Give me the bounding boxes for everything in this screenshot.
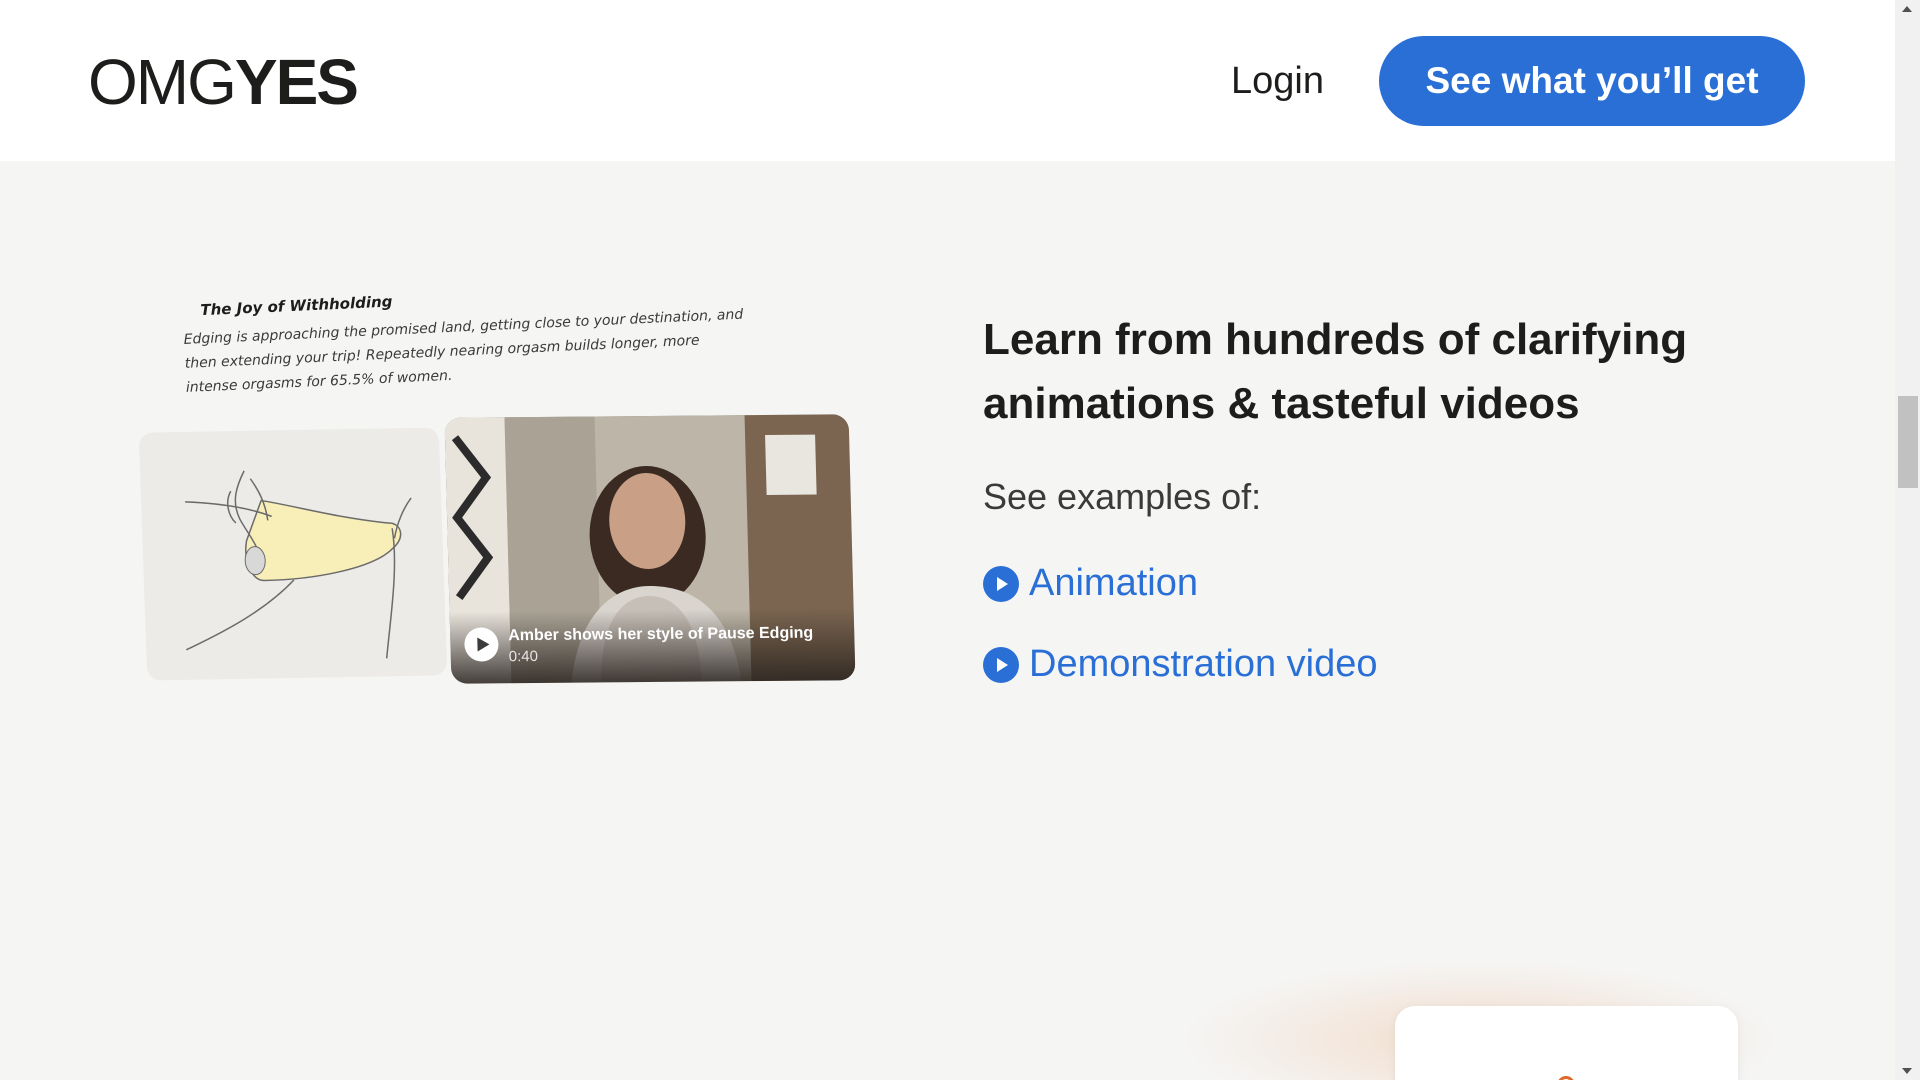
next-section-card <box>1395 1006 1738 1080</box>
logo-bold-part: YES <box>234 46 359 118</box>
demonstration-link-label: Demonstration video <box>1029 643 1378 685</box>
section-headline: Learn from hundreds of clarifying animat… <box>983 315 1688 428</box>
caption-text: Edging is approaching the promised land,… <box>183 306 744 396</box>
site-header: OMGYES Login See what you’ll get <box>0 0 1895 161</box>
hand-illustration-icon <box>185 470 412 659</box>
see-examples-label: See examples of: <box>983 476 1262 517</box>
login-link[interactable]: Login <box>1231 59 1324 103</box>
play-circle-icon <box>983 646 1019 683</box>
media-caption: The Joy of Withholding Edging is approac… <box>182 275 786 400</box>
scroll-down-arrow-icon[interactable] <box>1895 1062 1920 1080</box>
scroll-up-arrow-icon[interactable] <box>1895 0 1920 18</box>
animation-link-label: Animation <box>1029 562 1198 604</box>
video-duration: 0:40 <box>508 647 539 666</box>
animation-example-link[interactable]: Animation <box>983 562 1198 605</box>
play-circle-icon <box>983 565 1019 602</box>
page-scrollbar[interactable] <box>1895 0 1920 1080</box>
omgyes-logo[interactable]: OMGYES <box>88 46 359 118</box>
scrollbar-thumb[interactable] <box>1898 396 1918 488</box>
logo-light-part: OMG <box>88 46 237 118</box>
play-icon[interactable] <box>463 627 499 662</box>
demonstration-video-link[interactable]: Demonstration video <box>983 643 1378 686</box>
video-title: Amber shows her style of Pause Edging <box>507 624 814 645</box>
see-what-youll-get-button[interactable]: See what you’ll get <box>1379 36 1805 126</box>
orange-ring-icon <box>1557 1076 1575 1080</box>
video-preview-card[interactable]: Amber shows her style of Pause Edging 0:… <box>444 414 856 684</box>
animation-preview-card <box>138 427 448 681</box>
video-overlay <box>449 608 856 684</box>
